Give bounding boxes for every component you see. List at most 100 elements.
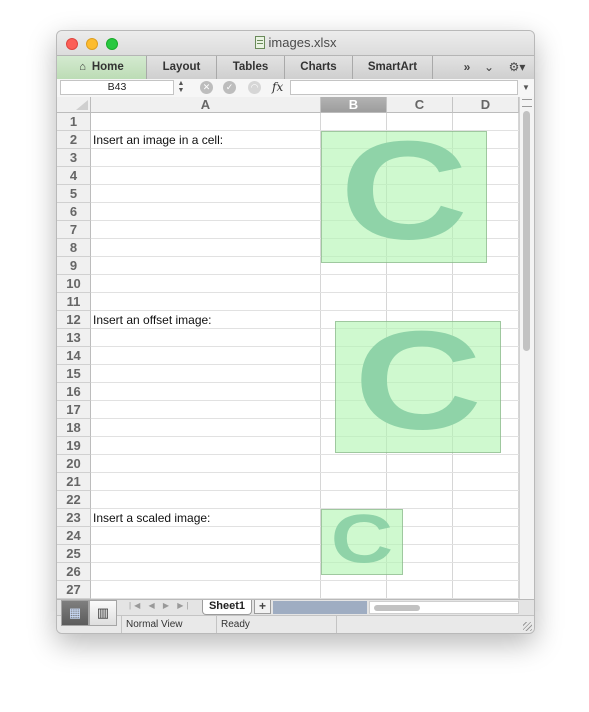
confirm-entry-icon[interactable]: ✓ <box>223 81 236 94</box>
cancel-entry-icon[interactable]: ✕ <box>200 81 213 94</box>
image-letter: C <box>354 322 482 452</box>
row-header[interactable]: 7 <box>57 221 91 239</box>
image-letter: C <box>340 132 468 262</box>
letter-c-image-graphic: C <box>354 322 482 452</box>
cell-a2[interactable]: Insert an image in a cell: <box>93 131 223 149</box>
gear-icon[interactable]: ⚙▾ <box>503 56 531 79</box>
row-header[interactable]: 22 <box>57 491 91 509</box>
window-title: images.xlsx <box>57 35 534 50</box>
tab-smartart[interactable]: SmartArt <box>353 56 433 79</box>
row-header[interactable]: 11 <box>57 293 91 311</box>
horizontal-scroll-thumb[interactable] <box>374 605 420 611</box>
inserted-image-offset[interactable]: C <box>335 321 501 453</box>
ribbon-tabs: ⌂ Home Layout Tables Charts SmartArt » ⌄ … <box>57 55 534 79</box>
row-header[interactable]: 25 <box>57 545 91 563</box>
row-gridline <box>91 580 519 581</box>
split-handle-icon[interactable] <box>522 99 532 107</box>
image-letter: C <box>331 510 393 574</box>
row-header[interactable]: 4 <box>57 167 91 185</box>
resize-grip-icon[interactable] <box>523 622 532 631</box>
page-layout-icon: ▥ <box>96 605 110 620</box>
row-header[interactable]: 1 <box>57 113 91 131</box>
tab-layout[interactable]: Layout <box>147 56 217 79</box>
letter-c-image-graphic: C <box>331 510 393 574</box>
spreadsheet-document-icon <box>254 36 265 49</box>
name-box[interactable]: B43 <box>60 80 174 95</box>
row-gridline <box>91 562 519 563</box>
row-gridline <box>91 490 519 491</box>
status-empty-section <box>336 616 534 633</box>
vertical-scrollbar[interactable] <box>519 97 534 599</box>
row-header[interactable]: 20 <box>57 455 91 473</box>
row-header[interactable]: 18 <box>57 419 91 437</box>
letter-c-image-graphic: C <box>340 132 468 262</box>
row-header[interactable]: 10 <box>57 275 91 293</box>
formula-input[interactable] <box>290 80 518 95</box>
inserted-image-scaled[interactable]: C <box>321 509 403 575</box>
formula-bar: B43 ▲ ▼ ✕ ✓ ◠ fx ▼ <box>57 79 534 98</box>
tab-charts-label: Charts <box>300 61 337 73</box>
row-header[interactable]: 12 <box>57 311 91 329</box>
add-sheet-button[interactable]: + <box>254 600 271 614</box>
normal-view-button[interactable]: ▦ <box>61 600 89 626</box>
row-gridline <box>91 472 519 473</box>
row-header[interactable]: 13 <box>57 329 91 347</box>
column-header-d[interactable]: D <box>453 97 519 113</box>
formula-expand-icon[interactable]: ▼ <box>520 80 532 95</box>
page-layout-view-button[interactable]: ▥ <box>89 600 117 626</box>
status-ready-label: Ready <box>216 616 336 633</box>
tab-tables[interactable]: Tables <box>217 56 285 79</box>
name-box-stepper[interactable]: ▲ ▼ <box>175 80 187 95</box>
column-header-c[interactable]: C <box>387 97 453 113</box>
tab-charts[interactable]: Charts <box>285 56 353 79</box>
excel-window: images.xlsx ⌂ Home Layout Tables Charts S… <box>56 30 535 634</box>
insert-function-placeholder-icon: ◠ <box>248 81 261 94</box>
row-gridline <box>91 544 519 545</box>
tab-smartart-label: SmartArt <box>367 61 418 73</box>
tab-tables-label: Tables <box>232 61 269 73</box>
row-header[interactable]: 16 <box>57 383 91 401</box>
title-bar: images.xlsx <box>57 31 534 55</box>
row-header[interactable]: 26 <box>57 563 91 581</box>
row-header[interactable]: 2 <box>57 131 91 149</box>
row-header[interactable]: 24 <box>57 527 91 545</box>
status-bar: ▦ ▥ Normal View Ready <box>57 600 534 633</box>
tab-home[interactable]: ⌂ Home <box>57 56 147 79</box>
cell-a23[interactable]: Insert a scaled image: <box>93 509 210 527</box>
row-header[interactable]: 17 <box>57 401 91 419</box>
select-all-corner[interactable] <box>57 97 91 113</box>
row-gridline <box>91 454 519 455</box>
more-chevrons-icon[interactable]: » <box>457 56 477 79</box>
window-title-text: images.xlsx <box>268 35 337 50</box>
collapse-chevron-icon[interactable]: ⌄ <box>481 56 497 79</box>
row-header[interactable]: 14 <box>57 347 91 365</box>
row-header[interactable]: 27 <box>57 581 91 599</box>
insert-function-button[interactable]: fx <box>272 80 283 94</box>
row-header[interactable]: 23 <box>57 509 91 527</box>
row-header[interactable]: 8 <box>57 239 91 257</box>
row-header[interactable]: 9 <box>57 257 91 275</box>
row-header[interactable]: 3 <box>57 149 91 167</box>
sheet-tab-bar: |◀ ◀ ▶ ▶| Sheet1 + <box>57 599 534 615</box>
row-gridline <box>91 292 519 293</box>
tab-layout-label: Layout <box>162 61 201 73</box>
row-header[interactable]: 21 <box>57 473 91 491</box>
row-header[interactable]: 6 <box>57 203 91 221</box>
row-header[interactable]: 15 <box>57 365 91 383</box>
column-header-a[interactable]: A <box>91 97 321 113</box>
sheet-navigation-arrows-icon[interactable]: |◀ ◀ ▶ ▶| <box>129 601 191 610</box>
horizontal-scrollbar[interactable] <box>369 601 519 614</box>
view-mode-label: Normal View <box>121 616 216 633</box>
vertical-scroll-thumb[interactable] <box>523 111 530 351</box>
spreadsheet-grid[interactable]: A B C D 1 2 3 4 5 6 7 8 9 10 11 12 13 14 15 16 17 18 19 20 2… <box>57 97 519 599</box>
tab-home-label: Home <box>91 61 124 73</box>
row-header[interactable]: 19 <box>57 437 91 455</box>
column-header-b[interactable]: B <box>321 97 387 113</box>
sheet-tab-sheet1[interactable]: Sheet1 <box>202 600 252 615</box>
row-header[interactable]: 5 <box>57 185 91 203</box>
cell-a12[interactable]: Insert an offset image: <box>93 311 212 329</box>
inserted-image-in-cell[interactable]: C <box>321 131 487 263</box>
home-icon: ⌂ <box>79 61 86 73</box>
sheet-tab-area <box>273 601 367 614</box>
row-gridline <box>91 274 519 275</box>
